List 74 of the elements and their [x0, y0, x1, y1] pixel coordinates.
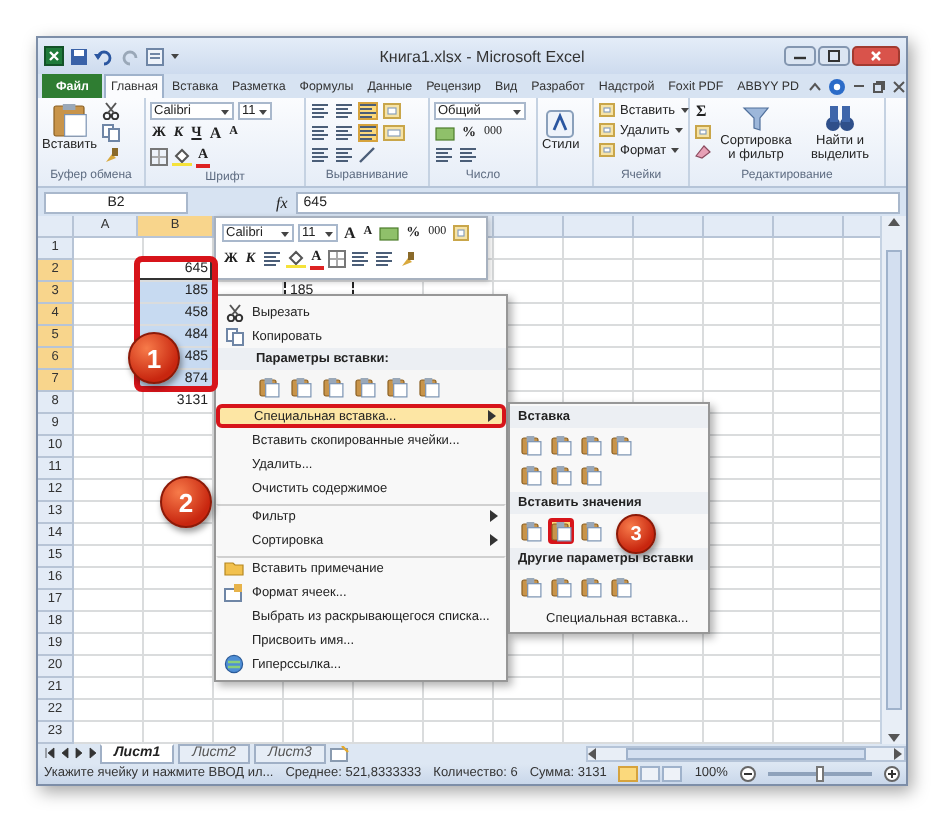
- align-button[interactable]: [334, 102, 354, 121]
- maximize-icon[interactable]: [818, 46, 850, 67]
- zoom-slider[interactable]: [767, 771, 872, 776]
- decrease-decimal-icon[interactable]: [373, 250, 394, 268]
- caret-icon[interactable]: [220, 107, 230, 116]
- sheet-nav-icon[interactable]: [44, 746, 96, 761]
- save-icon[interactable]: [70, 47, 88, 66]
- align-button[interactable]: [358, 124, 378, 143]
- grow-font-button[interactable]: A: [207, 124, 224, 143]
- fill-color-icon[interactable]: [172, 148, 192, 167]
- fill-color-icon[interactable]: [285, 250, 306, 268]
- collapse-ribbon-icon[interactable]: [807, 80, 822, 93]
- grow-font-button[interactable]: A: [342, 224, 358, 242]
- eraser-icon[interactable]: [694, 144, 712, 161]
- vertical-scrollbar[interactable]: [880, 215, 906, 744]
- decrease-decimal-icon[interactable]: [458, 146, 478, 165]
- clipboard-icon[interactable]: [51, 102, 88, 139]
- sort-filter-icon: [740, 102, 772, 135]
- currency-icon[interactable]: [434, 124, 456, 143]
- styles-icon: [546, 110, 575, 139]
- align-icon[interactable]: [261, 250, 282, 268]
- globe-icon: [224, 654, 244, 674]
- caret-icon[interactable]: [280, 229, 290, 237]
- caret-icon[interactable]: [324, 229, 334, 237]
- copy-icon: [225, 327, 243, 345]
- new-sheet-icon[interactable]: [329, 745, 350, 762]
- cells-icon[interactable]: [598, 142, 616, 159]
- zoom-in-icon[interactable]: [884, 765, 900, 782]
- autosum-button[interactable]: Σ: [694, 102, 712, 121]
- cells-icon[interactable]: [598, 122, 616, 139]
- spreadsheet-icon[interactable]: [44, 46, 64, 67]
- print-preview-icon[interactable]: [146, 47, 164, 66]
- scroll-thumb[interactable]: [886, 249, 902, 710]
- minimize-icon[interactable]: [784, 46, 816, 67]
- currency-icon[interactable]: [378, 224, 401, 242]
- indent-icon[interactable]: [334, 146, 354, 165]
- align-button[interactable]: [310, 102, 330, 121]
- scroll-thumb[interactable]: [626, 747, 866, 760]
- scroll-right-icon[interactable]: [894, 747, 904, 760]
- binoculars-icon: [824, 102, 856, 135]
- undo-icon[interactable]: [94, 47, 114, 66]
- indent-icon[interactable]: [310, 146, 330, 165]
- orientation-icon[interactable]: [358, 146, 378, 165]
- close-icon[interactable]: [852, 46, 900, 67]
- increase-decimal-icon[interactable]: [434, 146, 454, 165]
- submenu-arrow-icon: [488, 410, 496, 422]
- scissors-icon: [225, 303, 243, 321]
- scroll-left-icon[interactable]: [588, 747, 598, 760]
- cells-icon[interactable]: [598, 102, 616, 119]
- zoom-out-icon[interactable]: [739, 765, 756, 782]
- help-icon[interactable]: [827, 77, 846, 96]
- align-button[interactable]: [358, 102, 378, 121]
- horizontal-scrollbar[interactable]: [586, 745, 906, 762]
- restore-icon[interactable]: [871, 79, 886, 94]
- close-icon[interactable]: [891, 79, 906, 94]
- window-title: Книга1.xlsx - Microsoft Excel: [377, 47, 587, 66]
- format-cells-icon: [224, 583, 244, 601]
- copy-icon[interactable]: [101, 124, 120, 143]
- folder-icon: [224, 560, 244, 576]
- borders-icon[interactable]: [150, 148, 168, 167]
- increase-decimal-icon[interactable]: [349, 250, 370, 268]
- slider-thumb[interactable]: [815, 765, 824, 782]
- align-button[interactable]: [310, 124, 330, 143]
- caret-icon[interactable]: [258, 107, 268, 116]
- brush-icon[interactable]: [397, 250, 416, 268]
- function-button[interactable]: fx: [276, 193, 288, 212]
- caret-icon[interactable]: [170, 52, 180, 61]
- brush-icon[interactable]: [101, 146, 120, 165]
- caret-icon[interactable]: [512, 107, 522, 116]
- align-button[interactable]: [334, 124, 354, 143]
- scissors-icon[interactable]: [101, 102, 120, 121]
- borders-icon[interactable]: [327, 250, 346, 268]
- minimize-icon[interactable]: [851, 80, 866, 93]
- format-icon[interactable]: [452, 224, 471, 242]
